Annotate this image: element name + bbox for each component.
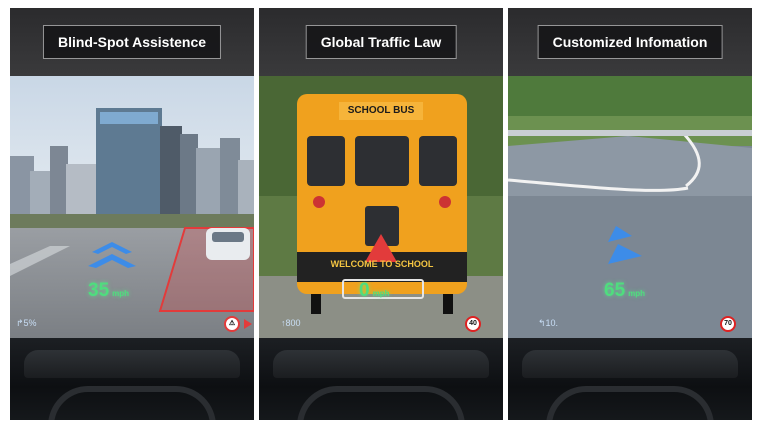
- dashboard-panel: [273, 350, 489, 378]
- navigation-info: ↑800: [281, 318, 301, 328]
- steering-wheel: [48, 386, 216, 420]
- panel-title: Customized Infomation: [537, 25, 723, 59]
- speed-unit: mph: [112, 289, 130, 298]
- speed-value: 35: [88, 280, 110, 301]
- speed-readout: 65 mph: [604, 280, 645, 302]
- dashboard: [259, 338, 503, 420]
- dashboard-panel: [24, 350, 240, 378]
- school-bus-scene: SCHOOL BUS WELCOME TO SCHOOL 0 mph ↑800 4…: [259, 76, 503, 338]
- steering-wheel: [546, 386, 714, 420]
- panel-title: Global Traffic Law: [305, 25, 457, 59]
- city-road-illustration: [10, 76, 254, 338]
- dashboard: [508, 338, 752, 420]
- speed-limit-sign: 40: [465, 316, 481, 332]
- speed-unit: mph: [372, 289, 390, 298]
- panel-custom-info: Customized Infomation 65 mph ↰10. 70: [508, 8, 752, 420]
- panel-traffic-law: Global Traffic Law SCHOOL BUS WELCOME TO…: [259, 8, 503, 420]
- navigation-info: ↰10.: [538, 318, 559, 328]
- panel-blind-spot: Blind-Spot Assistence 35 mph ↱5% ⚠: [10, 8, 254, 420]
- title-bar: Customized Infomation: [508, 8, 752, 76]
- panel-title: Blind-Spot Assistence: [42, 25, 222, 59]
- speed-value: 65: [604, 280, 626, 301]
- speed-unit: mph: [628, 289, 646, 298]
- speed-value: 0: [359, 280, 370, 301]
- navigation-info: ↱5%: [16, 318, 37, 328]
- dashboard: [10, 338, 254, 420]
- highway-scene: 65 mph ↰10. 70: [508, 76, 752, 338]
- city-road-scene: 35 mph ↱5% ⚠: [10, 76, 254, 338]
- warning-sign-icon: ⚠: [224, 316, 240, 332]
- speed-limit-sign: 70: [720, 316, 736, 332]
- steering-wheel: [297, 386, 465, 420]
- bus-top-sign: SCHOOL BUS: [339, 102, 423, 120]
- speed-readout: 0 mph: [359, 280, 389, 302]
- arrow-right-icon: [244, 319, 252, 329]
- speed-readout: 35 mph: [88, 280, 129, 302]
- title-bar: Global Traffic Law: [259, 8, 503, 76]
- bus-banner: WELCOME TO SCHOOL: [330, 259, 434, 269]
- title-bar: Blind-Spot Assistence: [10, 8, 254, 76]
- dashboard-panel: [522, 350, 738, 378]
